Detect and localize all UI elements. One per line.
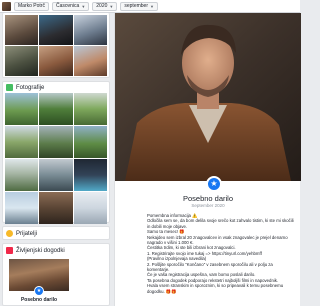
post-text-line: dogodku. 🎁🎁 bbox=[147, 288, 177, 294]
life-event-post: ★ Posebno darilo September 2020 Pomembna… bbox=[114, 13, 301, 306]
year-dropdown[interactable]: 2020 ▼ bbox=[92, 1, 118, 11]
profile-name: Marko Potrč bbox=[18, 2, 45, 9]
life-events-panel: Življenjski dogodki ★ Posebno darilo bbox=[2, 243, 110, 306]
photo-thumbnail[interactable] bbox=[39, 93, 73, 125]
friends-panel: Prijatelji bbox=[2, 226, 110, 240]
left-column: Fotografije Prijatelji Življenjski dogod bbox=[0, 13, 112, 306]
photo-icon bbox=[6, 84, 13, 91]
chevron-down-icon: ▼ bbox=[109, 3, 114, 9]
photo-thumbnail[interactable] bbox=[73, 15, 107, 45]
life-events-header[interactable]: Življenjski dogodki bbox=[3, 244, 109, 257]
photo-thumbnail[interactable] bbox=[5, 192, 39, 224]
photo-thumbnail[interactable] bbox=[39, 126, 73, 158]
month-label: september bbox=[124, 2, 148, 9]
photo-thumbnail[interactable] bbox=[73, 192, 107, 224]
photo-thumbnail[interactable] bbox=[39, 192, 73, 224]
life-event-badge: ★ bbox=[34, 286, 44, 296]
timeline-filter-label: Časovnica bbox=[55, 2, 80, 9]
photo-thumbnail[interactable] bbox=[5, 126, 39, 158]
profile-avatar[interactable] bbox=[2, 1, 11, 11]
post-title: Posebno darilo bbox=[182, 194, 234, 203]
life-event-item[interactable]: ★ Posebno darilo bbox=[9, 259, 69, 305]
photo-thumbnail[interactable] bbox=[39, 15, 73, 45]
life-events-title: Življenjski dogodki bbox=[16, 247, 65, 254]
profile-photos-panel bbox=[2, 13, 110, 78]
friends-title: Prijatelji bbox=[16, 230, 38, 237]
post-text: Pomembna informacija ⚠️ Odločila sem se,… bbox=[147, 213, 299, 294]
photo-thumbnail[interactable] bbox=[5, 159, 39, 191]
friends-icon bbox=[6, 230, 13, 237]
chevron-down-icon: ▼ bbox=[150, 3, 154, 9]
photo-thumbnail[interactable] bbox=[73, 126, 107, 158]
post-date: September 2020 bbox=[191, 203, 225, 208]
chevron-down-icon: ▼ bbox=[81, 3, 86, 9]
photo-thumbnail[interactable] bbox=[39, 159, 73, 191]
post-text-line: Hvala vsem stranskim in sporoznim, ki so… bbox=[147, 283, 284, 289]
profile-name-button[interactable]: Marko Potrč bbox=[14, 1, 49, 11]
month-dropdown[interactable]: september ▼ bbox=[120, 1, 158, 11]
photo-thumbnail[interactable] bbox=[5, 15, 39, 45]
photo-thumbnail[interactable] bbox=[39, 46, 73, 76]
life-event-title: Posebno darilo bbox=[20, 297, 58, 303]
photos-panel: Fotografije bbox=[2, 81, 110, 224]
photo-thumbnail[interactable] bbox=[73, 159, 107, 191]
photos-title: Fotografije bbox=[16, 84, 45, 91]
photos-header[interactable]: Fotografije bbox=[3, 82, 109, 93]
life-event-icon bbox=[6, 247, 13, 254]
post-photo-image bbox=[115, 13, 301, 181]
timeline-filter-dropdown[interactable]: Časovnica ▼ bbox=[51, 1, 90, 11]
friends-header[interactable]: Prijatelji bbox=[3, 227, 109, 240]
post-photo[interactable] bbox=[115, 13, 301, 181]
photo-thumbnail[interactable] bbox=[73, 46, 107, 76]
life-event-star-icon: ★ bbox=[206, 176, 222, 192]
photo-thumbnail[interactable] bbox=[5, 93, 39, 125]
timeline-header: Marko Potrč Časovnica ▼ 2020 ▼ september… bbox=[0, 0, 300, 13]
photo-thumbnail[interactable] bbox=[5, 46, 39, 76]
post-column: ★ Posebno darilo September 2020 Pomembna… bbox=[114, 13, 301, 306]
photo-thumbnail[interactable] bbox=[73, 93, 107, 125]
year-label: 2020 bbox=[96, 2, 108, 9]
